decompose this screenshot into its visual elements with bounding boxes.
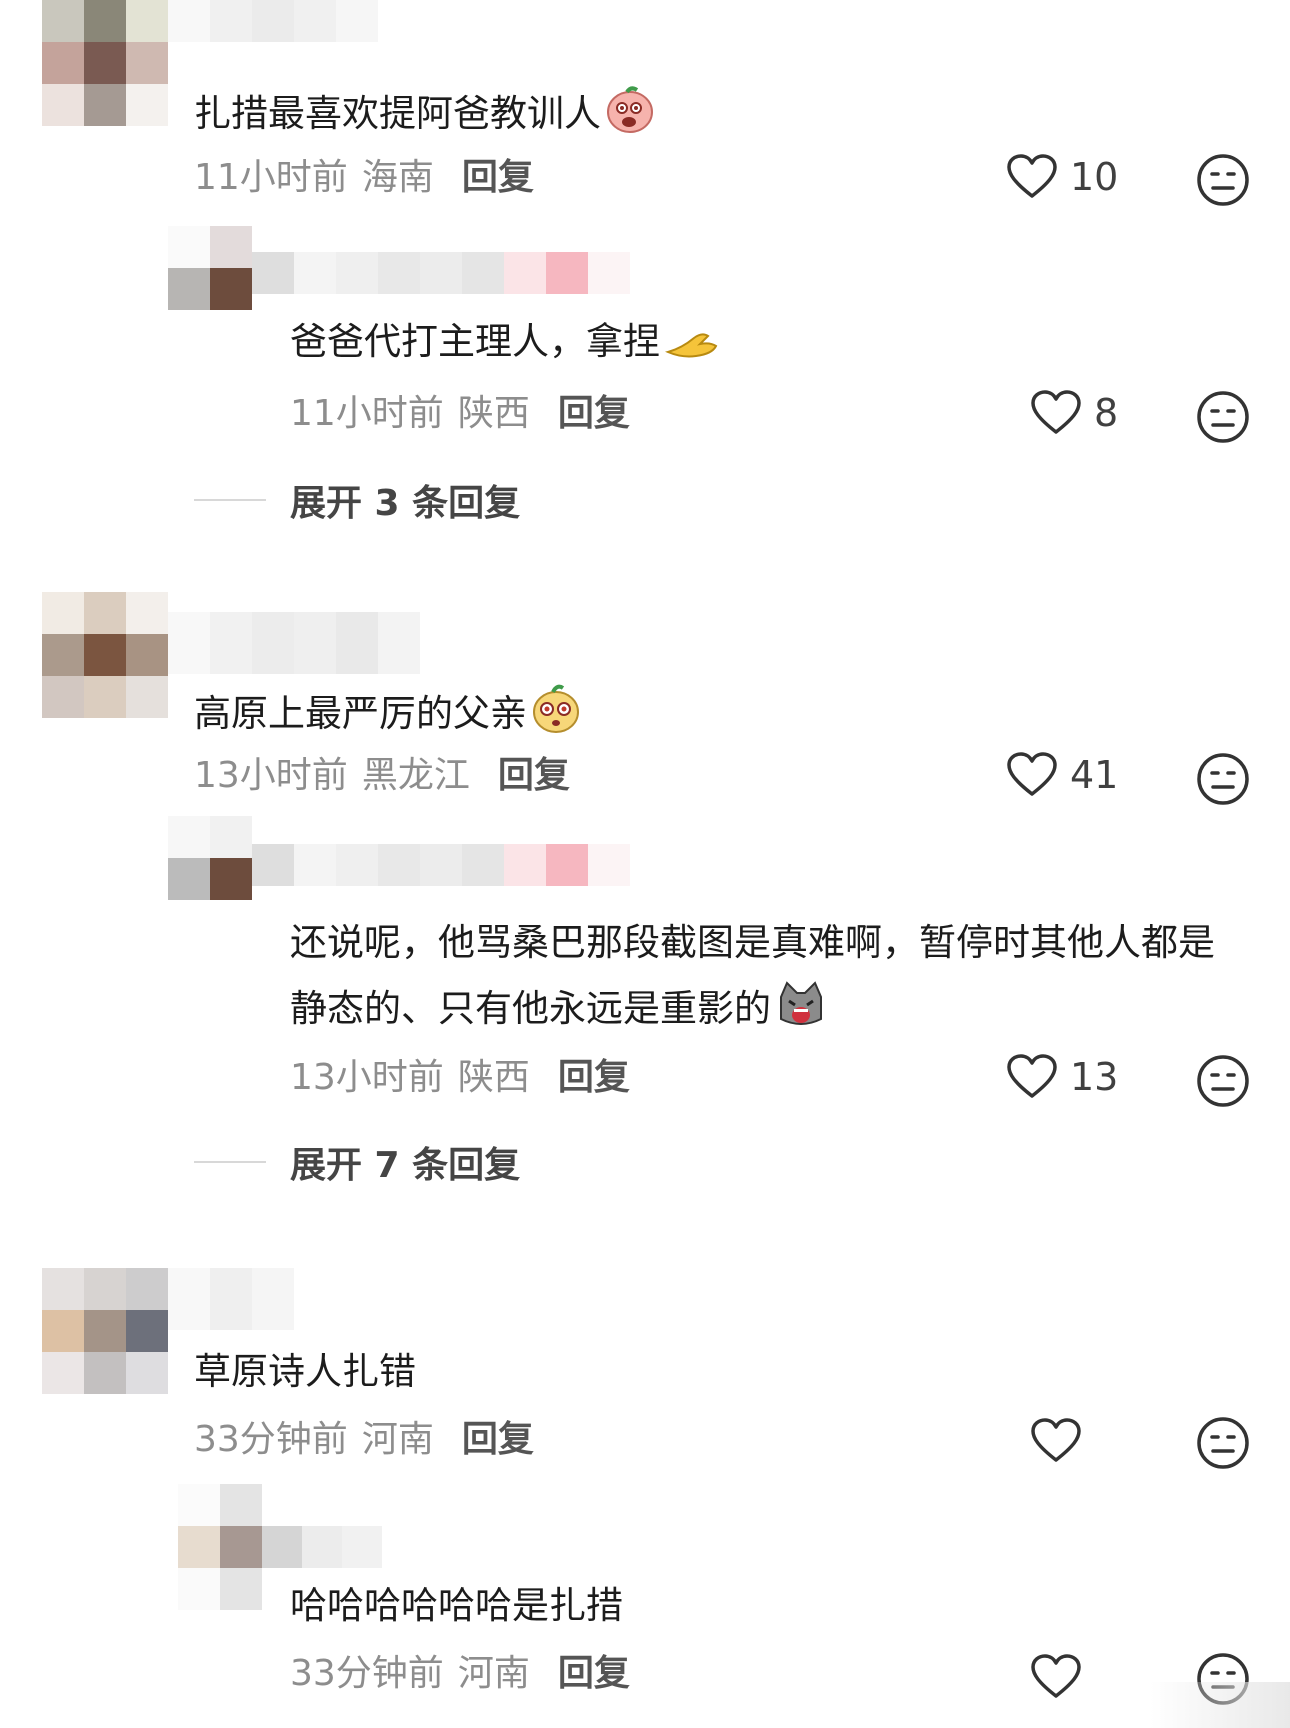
reply-button[interactable]: 回复	[462, 157, 534, 198]
watermark-overlay	[1150, 1682, 1290, 1728]
heart-outline-icon	[1031, 1418, 1081, 1462]
username-blurred[interactable]	[252, 844, 630, 886]
username-blurred[interactable]	[168, 1268, 294, 1330]
username-blurred[interactable]	[252, 252, 630, 294]
pinch-hand-emoji	[664, 328, 720, 372]
like-button[interactable]	[1030, 1418, 1082, 1464]
timestamp: 13小时前	[194, 755, 348, 796]
avatar[interactable]	[42, 592, 168, 718]
comment-meta: 13小时前 黑龙江 回复	[194, 754, 570, 798]
avatar[interactable]	[42, 1268, 168, 1394]
heart-outline-icon	[1007, 752, 1057, 796]
location: 陕西	[457, 1057, 530, 1098]
like-count: 10	[1070, 155, 1119, 199]
like-button[interactable]	[1030, 1654, 1082, 1700]
location: 河南	[361, 1419, 434, 1460]
like-button[interactable]: 8	[1030, 390, 1118, 436]
divider	[194, 1161, 266, 1163]
heart-outline-icon	[1031, 390, 1081, 434]
reply-text: 哈哈哈哈哈哈是扎措	[290, 1584, 623, 1627]
reply-text: 爸爸代打主理人，拿捏	[290, 320, 720, 372]
timestamp: 11小时前	[290, 393, 444, 434]
surprised-face-emoji	[531, 682, 581, 744]
location: 黑龙江	[361, 755, 470, 796]
like-count: 41	[1070, 753, 1119, 797]
username-blurred[interactable]	[262, 1526, 382, 1568]
heart-outline-icon	[1007, 154, 1057, 198]
reply-button[interactable]: 回复	[558, 1057, 630, 1098]
neutral-face-icon[interactable]	[1196, 752, 1250, 806]
heart-outline-icon	[1007, 1054, 1057, 1098]
timestamp: 11小时前	[194, 157, 348, 198]
reply-button[interactable]: 回复	[462, 1419, 534, 1460]
like-button[interactable]: 13	[1006, 1054, 1118, 1100]
username-blurred[interactable]	[168, 0, 378, 42]
reply-text: 还说呢，他骂桑巴那段截图是真难啊，暂停时其他人都是静态的、只有他永远是重影的	[290, 910, 1230, 1050]
crying-cat-emoji	[775, 981, 827, 1050]
location: 河南	[457, 1653, 530, 1694]
expand-replies-button[interactable]: 展开 3 条回复	[194, 474, 520, 526]
timestamp: 13小时前	[290, 1057, 444, 1098]
reply-button[interactable]: 回复	[558, 1653, 630, 1694]
comment-text: 扎措最喜欢提阿爸教训人	[194, 84, 655, 144]
reply-meta: 11小时前 陕西 回复	[290, 392, 630, 436]
neutral-face-icon[interactable]	[1196, 1416, 1250, 1470]
comment-text: 草原诗人扎错	[194, 1350, 416, 1393]
location: 海南	[361, 157, 434, 198]
username-blurred[interactable]	[168, 612, 420, 674]
reply-meta: 33分钟前 河南 回复	[290, 1652, 630, 1696]
neutral-face-icon[interactable]	[1196, 390, 1250, 444]
avatar[interactable]	[42, 0, 168, 126]
neutral-face-icon[interactable]	[1196, 1054, 1250, 1108]
heart-outline-icon	[1031, 1654, 1081, 1698]
reply-button[interactable]: 回复	[558, 393, 630, 434]
comment-meta: 11小时前 海南 回复	[194, 156, 534, 200]
comment-meta: 33分钟前 河南 回复	[194, 1418, 534, 1462]
peach-face-emoji	[605, 84, 655, 144]
location: 陕西	[457, 393, 530, 434]
reply-meta: 13小时前 陕西 回复	[290, 1056, 630, 1100]
comment-text: 高原上最严厉的父亲	[194, 682, 581, 744]
neutral-face-icon[interactable]	[1196, 153, 1250, 207]
reply-avatar[interactable]	[168, 816, 252, 900]
timestamp: 33分钟前	[290, 1653, 444, 1694]
timestamp: 33分钟前	[194, 1419, 348, 1460]
reply-avatar[interactable]	[168, 226, 252, 310]
like-count: 13	[1070, 1055, 1119, 1099]
like-button[interactable]: 41	[1006, 752, 1118, 798]
divider	[194, 499, 266, 501]
reply-button[interactable]: 回复	[498, 755, 570, 796]
expand-replies-button[interactable]: 展开 7 条回复	[194, 1136, 520, 1188]
reply-avatar[interactable]	[178, 1484, 262, 1610]
like-button[interactable]: 10	[1006, 154, 1118, 200]
like-count: 8	[1094, 391, 1119, 435]
